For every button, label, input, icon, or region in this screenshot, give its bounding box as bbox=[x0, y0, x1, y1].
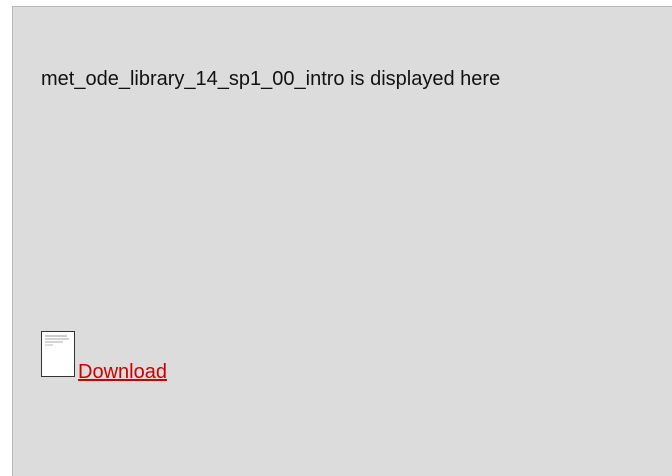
document-icon bbox=[41, 331, 75, 377]
viewer-message: met_ode_library_14_sp1_00_intro is displ… bbox=[41, 68, 501, 90]
download-link[interactable]: Download bbox=[78, 360, 167, 384]
document-viewer-panel: met_ode_library_14_sp1_00_intro is displ… bbox=[12, 6, 672, 476]
